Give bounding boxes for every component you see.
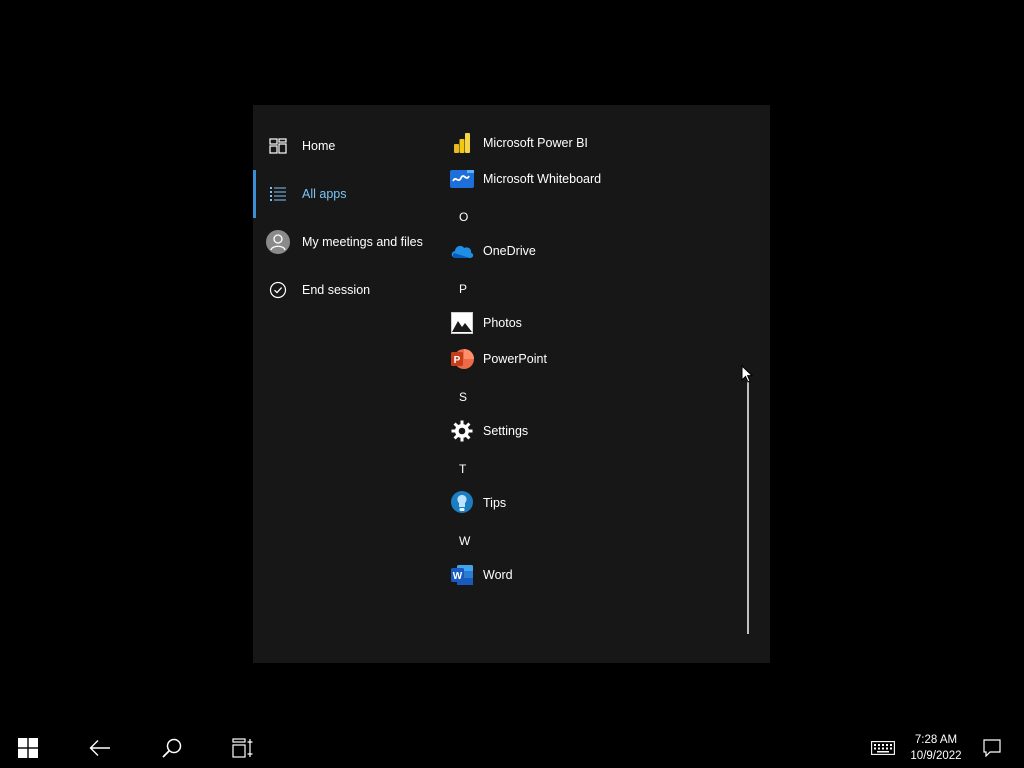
letter-label: S [459, 390, 468, 404]
whiteboard-icon [450, 167, 474, 191]
app-label: OneDrive [483, 244, 536, 258]
power-bi-icon [450, 131, 474, 155]
home-grid-icon [266, 134, 290, 158]
active-indicator [253, 170, 256, 218]
check-circle-icon [266, 278, 290, 302]
letter-label: P [459, 282, 468, 296]
windows-logo-icon [18, 738, 38, 758]
app-label: Photos [483, 316, 522, 330]
notification-icon [983, 739, 1001, 757]
svg-text:W: W [453, 571, 463, 582]
app-label: Word [483, 568, 513, 582]
word-icon: W [450, 563, 474, 587]
app-label: Tips [483, 496, 507, 510]
nav-end-session-label: End session [302, 283, 371, 297]
start-panel: Home All apps My meetings and files End … [253, 105, 770, 663]
mouse-cursor-icon [741, 365, 753, 383]
nav-my-meetings-label: My meetings and files [302, 235, 423, 249]
start-button[interactable] [4, 728, 52, 768]
nav-all-apps-label: All apps [302, 187, 347, 201]
nav-my-meetings[interactable]: My meetings and files [253, 218, 443, 266]
back-arrow-icon [89, 740, 110, 756]
photos-icon [450, 311, 474, 335]
letter-label: O [459, 210, 469, 224]
app-label: Settings [483, 424, 529, 438]
back-button[interactable] [76, 728, 124, 768]
avatar-icon [266, 230, 290, 254]
letter-label: W [459, 534, 471, 548]
clock-time: 7:28 AM [914, 734, 958, 746]
gear-icon [450, 419, 474, 443]
app-label: PowerPoint [483, 352, 547, 366]
powerpoint-icon: P [450, 347, 474, 371]
task-view-button[interactable] [220, 728, 268, 768]
lightbulb-icon [450, 491, 474, 515]
clock[interactable]: 7:28 AM 10/9/2022 [900, 728, 972, 768]
onedrive-icon [450, 239, 474, 263]
task-view-icon [232, 738, 253, 758]
svg-text:P: P [454, 355, 461, 366]
nav-home[interactable]: Home [253, 122, 443, 170]
scrollbar[interactable] [747, 380, 749, 634]
nav-all-apps[interactable]: All apps [253, 170, 443, 218]
nav-home-label: Home [302, 139, 336, 153]
search-icon [162, 738, 182, 758]
nav-end-session[interactable]: End session [253, 266, 443, 314]
search-button[interactable] [148, 728, 196, 768]
app-label: Microsoft Whiteboard [483, 172, 602, 186]
clock-date: 10/9/2022 [910, 750, 962, 762]
list-icon [266, 182, 290, 206]
letter-label: T [459, 462, 467, 476]
keyboard-icon [871, 741, 895, 755]
taskbar: 7:28 AM 10/9/2022 [0, 728, 1024, 768]
action-center-button[interactable] [968, 728, 1016, 768]
app-label: Microsoft Power BI [483, 136, 588, 150]
